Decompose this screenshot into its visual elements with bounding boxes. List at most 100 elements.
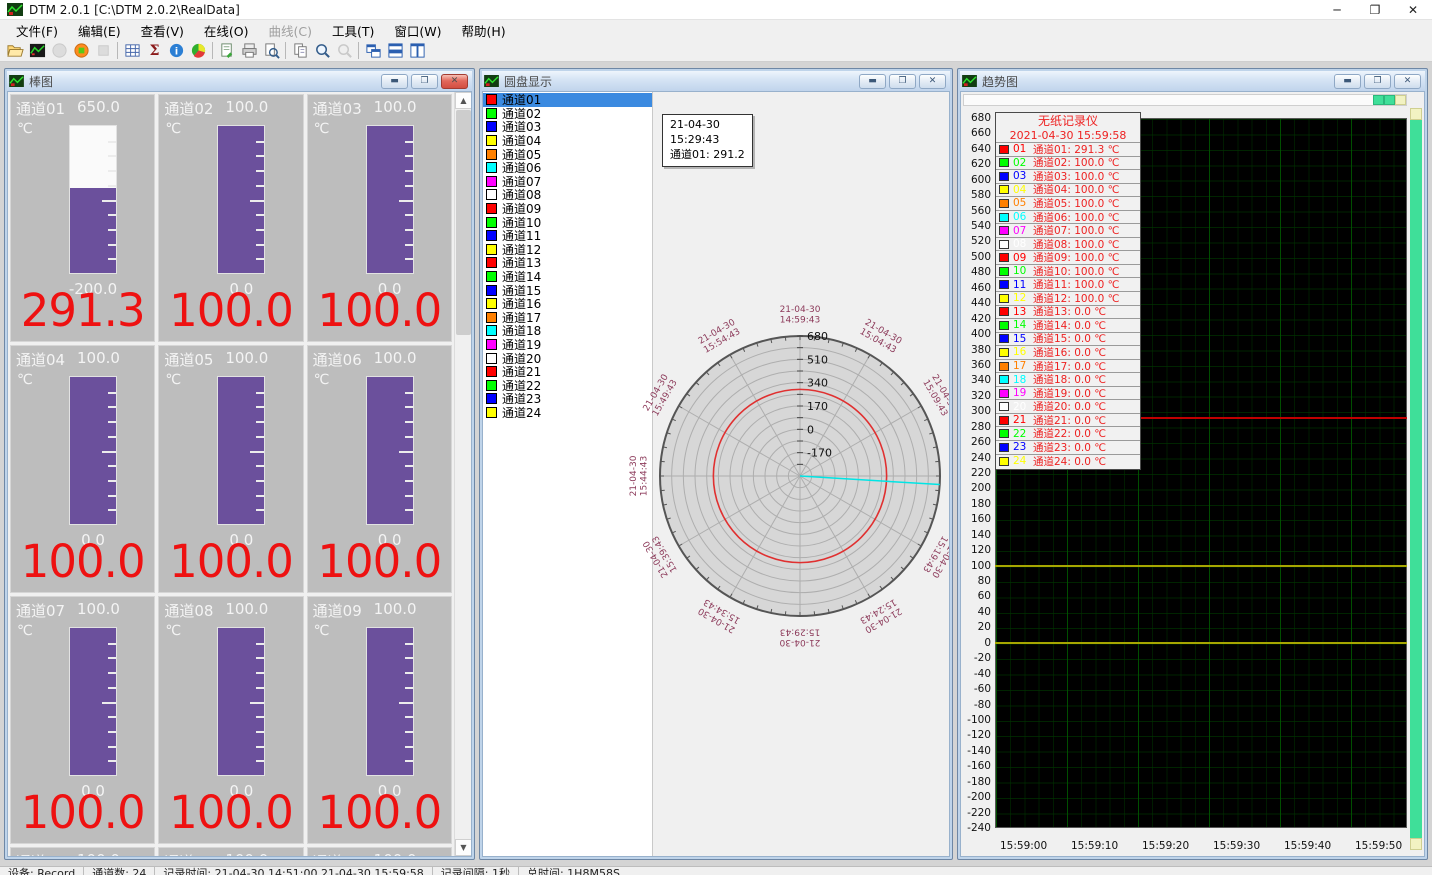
scrollbar-thumb-bottom[interactable] — [1410, 838, 1422, 850]
y-axis-tick: 660 — [971, 127, 991, 139]
legend-channel-number: 13 — [1013, 306, 1029, 318]
trend-scrollbar[interactable] — [1410, 108, 1422, 850]
time-slider-strip[interactable] — [963, 94, 1407, 106]
tick-mark — [405, 657, 413, 659]
window-icon — [962, 75, 977, 87]
legend-color-swatch — [999, 280, 1009, 289]
unit-label: ℃ — [314, 623, 330, 639]
tick-mark — [405, 170, 413, 172]
slider-end-icon[interactable] — [1395, 95, 1406, 105]
y-axis-tick: 400 — [971, 328, 991, 340]
info-icon[interactable]: i — [165, 41, 187, 61]
minimize-button[interactable]: ▬ — [859, 74, 886, 89]
tick-mark — [405, 716, 413, 718]
close-button[interactable]: ✕ — [441, 74, 468, 89]
y-axis-tick: 220 — [971, 467, 991, 479]
disc-window-titlebar[interactable]: 圆盘显示 ▬ ❐ ✕ — [482, 71, 950, 91]
channel-color-swatch — [486, 217, 497, 228]
copy-icon[interactable] — [289, 41, 311, 61]
data-table-icon[interactable] — [121, 41, 143, 61]
sigma-icon[interactable]: Σ — [143, 41, 165, 61]
legend-color-swatch — [999, 199, 1009, 208]
close-button[interactable]: ✕ — [1394, 0, 1432, 20]
bar-window-scrollbar[interactable]: ▲ ▼ — [454, 92, 471, 856]
app-titlebar: DTM 2.0.1 [C:\DTM 2.0.2\RealData] ─ ❐ ✕ — [0, 0, 1432, 20]
x-axis-tick: 15:59:20 — [1142, 840, 1189, 852]
tick-mark — [256, 214, 264, 216]
legend-channel-number: 12 — [1013, 292, 1029, 304]
restore-button[interactable]: ❐ — [889, 74, 916, 89]
svg-text:21-04-3014:59:43: 21-04-3014:59:43 — [780, 305, 821, 326]
minimize-button[interactable]: ▬ — [1334, 74, 1361, 89]
trend-window-titlebar[interactable]: 趋势图 ▬ ❐ ✕ — [960, 71, 1425, 91]
tick-mark — [108, 495, 116, 497]
tick-mark — [108, 421, 116, 423]
scroll-down-icon[interactable]: ▼ — [455, 839, 472, 856]
legend-title: 无纸记录仪 — [996, 114, 1140, 129]
channel-label: 通道10 — [16, 851, 73, 857]
tick-mark — [405, 258, 413, 260]
bar-window-titlebar[interactable]: 棒图 ▬ ❐ ✕ — [7, 71, 472, 91]
menu-tools[interactable]: 工具(T) — [322, 19, 384, 42]
tile-horizontal-icon[interactable] — [384, 41, 406, 61]
tick-mark — [256, 509, 264, 511]
open-folder-icon[interactable] — [4, 41, 26, 61]
bar-gauge-cell: 通道10100.0℃0.0100.0 — [10, 847, 155, 857]
tick-mark — [108, 657, 116, 659]
scale-max: 100.0 — [225, 98, 268, 119]
slider-block-icon[interactable] — [1373, 95, 1384, 105]
scale-max: 100.0 — [374, 349, 417, 370]
menu-help[interactable]: 帮助(H) — [452, 19, 516, 42]
bar-gauge-cell: 通道01650.0℃-200.0291.3 — [10, 94, 155, 342]
legend-row[interactable]: 24通道24: 0.0 ℃ — [996, 455, 1140, 469]
restore-button[interactable]: ❐ — [411, 74, 438, 89]
legend-row[interactable]: 23通道23: 0.0 ℃ — [996, 441, 1140, 455]
pie-chart-icon[interactable] — [187, 41, 209, 61]
menu-online[interactable]: 在线(O) — [194, 19, 259, 42]
realtime-chart-icon[interactable] — [26, 41, 48, 61]
scrollbar-thumb[interactable] — [456, 110, 471, 335]
bar-gauge-cell: 通道04100.0℃0.0100.0 — [10, 345, 155, 593]
tick-mark — [102, 200, 116, 202]
y-axis-tick: 680 — [971, 112, 991, 124]
trend-graph-window: 趋势图 ▬ ❐ ✕ 680660640620600580560540520500… — [957, 68, 1428, 860]
menu-window[interactable]: 窗口(W) — [384, 19, 451, 42]
bar-track — [366, 627, 414, 776]
tick-mark — [250, 451, 264, 453]
print-preview-icon[interactable] — [260, 41, 282, 61]
restore-button[interactable]: ❐ — [1364, 74, 1391, 89]
polar-time-label: 21-04-3015:24:43 — [857, 596, 903, 634]
menu-edit[interactable]: 编辑(E) — [68, 19, 131, 42]
maximize-button[interactable]: ❐ — [1356, 0, 1394, 20]
tick-mark — [256, 258, 264, 260]
legend-channel-number: 01 — [1013, 143, 1029, 155]
scroll-up-icon[interactable]: ▲ — [455, 92, 472, 109]
slider-block-icon[interactable] — [1384, 95, 1395, 105]
bar-graph-window: 棒图 ▬ ❐ ✕ 通道01650.0℃-200.0291.3通道02100.0℃… — [4, 68, 475, 860]
tick-mark — [256, 672, 264, 674]
minimize-button[interactable]: ─ — [1318, 0, 1356, 20]
scale-max: 100.0 — [225, 851, 268, 857]
y-axis-tick: 640 — [971, 143, 991, 155]
close-button[interactable]: ✕ — [1394, 74, 1421, 89]
channel-value: 291.3 — [11, 284, 154, 337]
menu-file[interactable]: 文件(F) — [6, 19, 68, 42]
menu-view[interactable]: 查看(V) — [131, 19, 194, 42]
cascade-windows-icon[interactable] — [362, 41, 384, 61]
print-icon[interactable] — [238, 41, 260, 61]
tick-mark — [405, 643, 413, 645]
zoom-icon[interactable] — [311, 41, 333, 61]
tile-vertical-icon[interactable] — [406, 41, 428, 61]
scrollbar-thumb-top[interactable] — [1410, 108, 1422, 120]
bar-track — [217, 376, 265, 525]
status-field: 记录时间: 21-04-30 14:51:00 21-04-30 15:59:5… — [155, 867, 431, 875]
menu-curve[interactable]: 曲线(C) — [259, 19, 322, 42]
minimize-button[interactable]: ▬ — [381, 74, 408, 89]
record-icon[interactable] — [70, 41, 92, 61]
close-button[interactable]: ✕ — [919, 74, 946, 89]
export-icon[interactable] — [216, 41, 238, 61]
y-axis-tick: 440 — [971, 297, 991, 309]
y-axis-tick: -160 — [967, 760, 991, 772]
tick-mark — [405, 436, 413, 438]
y-axis-tick: 20 — [978, 621, 991, 633]
